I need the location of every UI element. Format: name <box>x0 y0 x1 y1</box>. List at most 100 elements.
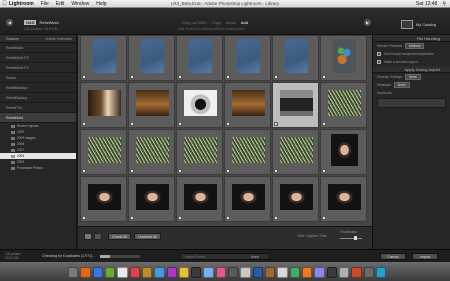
photo-cell[interactable] <box>224 82 271 128</box>
dock-app-icon[interactable] <box>215 267 227 278</box>
photo-cell[interactable] <box>176 82 223 128</box>
dock-app-icon[interactable] <box>301 267 313 278</box>
source-item[interactable]: RebelMold PZ <box>0 63 76 73</box>
develop-settings-select[interactable]: None <box>404 74 421 80</box>
dock-app-icon[interactable] <box>68 267 79 278</box>
photo-cell[interactable] <box>272 129 319 175</box>
photo-cell[interactable] <box>320 82 367 128</box>
mode-add[interactable]: Add <box>241 20 248 25</box>
photo-cell[interactable] <box>320 176 367 222</box>
dock-app-icon[interactable] <box>277 267 288 278</box>
dock-app-icon[interactable] <box>166 267 177 278</box>
menu-help[interactable]: Help <box>96 1 106 7</box>
thumbnail-size-slider[interactable] <box>340 236 362 240</box>
sort-select[interactable]: Sort: Capture Time <box>298 234 326 238</box>
menu-lightroom[interactable]: Lightroom <box>9 1 34 7</box>
destination-catalog[interactable]: My Catalog <box>400 20 436 29</box>
include-checkbox[interactable] <box>178 169 182 173</box>
include-checkbox[interactable] <box>130 122 134 126</box>
source-item-selected[interactable]: RebelMold <box>0 113 76 123</box>
include-checkbox[interactable] <box>274 169 278 173</box>
source-item[interactable]: RebelFSS <box>0 103 76 113</box>
forward-arrow-icon[interactable]: ▶ <box>364 19 371 26</box>
import-source[interactable]: NAS RebelMold 132 photos / 23.0 GB <box>24 20 59 31</box>
dock-app-icon[interactable] <box>240 267 251 278</box>
dock-app-icon[interactable] <box>228 267 239 278</box>
include-checkbox[interactable] <box>226 75 230 79</box>
spotlight-icon[interactable]: ⚲ <box>442 1 446 7</box>
photo-cell[interactable] <box>176 129 223 175</box>
photo-cell[interactable] <box>272 35 319 81</box>
include-checkbox[interactable] <box>82 169 86 173</box>
source-item[interactable]: RebelMold PZ <box>0 53 76 63</box>
import-button[interactable]: Import <box>412 253 438 260</box>
include-checkbox[interactable] <box>178 122 182 126</box>
include-checkbox[interactable] <box>178 216 182 220</box>
source-item[interactable]: RebelBackup <box>0 83 76 93</box>
metadata-select[interactable]: None <box>393 82 410 88</box>
menu-file[interactable]: File <box>41 1 49 7</box>
check-all-button[interactable]: Check All <box>108 233 131 240</box>
dock-app-icon[interactable] <box>129 267 140 278</box>
photo-cell[interactable] <box>80 129 127 175</box>
include-checkbox[interactable] <box>274 216 278 220</box>
file-handling-header[interactable]: File Handling <box>373 35 450 42</box>
dock-app-icon[interactable] <box>117 267 128 278</box>
source-item[interactable]: RebelMold <box>0 43 76 53</box>
import-preset-select[interactable]: Import Preset: None <box>180 253 270 260</box>
include-checkbox[interactable] <box>274 75 278 79</box>
dock-app-icon[interactable] <box>375 267 387 278</box>
include-checkbox[interactable] <box>82 216 86 220</box>
photo-cell[interactable] <box>80 82 127 128</box>
photo-cell[interactable] <box>272 82 319 128</box>
include-checkbox[interactable] <box>322 169 326 173</box>
dock-app-icon[interactable] <box>178 267 190 278</box>
back-arrow-icon[interactable]: ◀ <box>6 19 13 26</box>
dock-app-icon[interactable] <box>154 267 165 278</box>
cancel-button[interactable]: Cancel <box>380 253 406 260</box>
dock-app-icon[interactable] <box>289 267 300 278</box>
dock-app-icon[interactable] <box>314 267 325 278</box>
photo-cell[interactable] <box>176 35 223 81</box>
uncheck-all-button[interactable]: Uncheck All <box>134 233 161 240</box>
include-checkbox[interactable] <box>130 169 134 173</box>
dock-app-icon[interactable] <box>203 267 214 278</box>
dock-app-icon[interactable] <box>141 267 153 278</box>
include-checkbox[interactable] <box>322 122 326 126</box>
dock-app-icon[interactable] <box>104 267 116 278</box>
apply-during-import-header[interactable]: Apply During Import <box>373 66 450 73</box>
source-item[interactable]: RebelBackup <box>0 93 76 103</box>
mode-move[interactable]: Move <box>226 20 236 25</box>
mode-copy-dng[interactable]: Copy as DNG <box>182 20 207 25</box>
grid-view-icon[interactable] <box>84 233 92 240</box>
clock[interactable]: Sat 12:48 <box>416 1 437 7</box>
folder-item[interactable]: Processed Photos <box>0 165 76 171</box>
apple-icon[interactable]:  <box>0 1 9 7</box>
include-checkbox[interactable] <box>322 216 326 220</box>
source-item[interactable]: Scans <box>0 73 76 83</box>
photo-cell[interactable] <box>176 176 223 222</box>
include-checkbox[interactable] <box>226 169 230 173</box>
include-checkbox[interactable] <box>82 122 86 126</box>
include-checkbox[interactable] <box>178 75 182 79</box>
dock-app-icon[interactable] <box>363 267 374 278</box>
keywords-field[interactable] <box>377 98 446 108</box>
include-checkbox[interactable] <box>226 216 230 220</box>
photo-cell[interactable] <box>128 129 175 175</box>
slider-knob[interactable] <box>354 236 357 240</box>
menu-window[interactable]: Window <box>71 1 89 7</box>
mode-copy[interactable]: Copy <box>212 20 221 25</box>
include-checkbox[interactable] <box>130 75 134 79</box>
menu-edit[interactable]: Edit <box>56 1 65 7</box>
photo-cell[interactable] <box>224 35 271 81</box>
include-checkbox[interactable] <box>322 75 326 79</box>
include-checkbox[interactable] <box>226 122 230 126</box>
dock-app-icon[interactable] <box>92 267 103 278</box>
dock-app-icon[interactable] <box>80 267 91 278</box>
dock-app-icon[interactable] <box>265 267 276 278</box>
duplicates-checkbox[interactable] <box>377 52 381 56</box>
photo-cell[interactable] <box>128 82 175 128</box>
dock-app-icon[interactable] <box>351 267 362 278</box>
photo-cell[interactable] <box>320 35 367 81</box>
source-header[interactable]: Source Include Subfolders <box>0 35 76 43</box>
